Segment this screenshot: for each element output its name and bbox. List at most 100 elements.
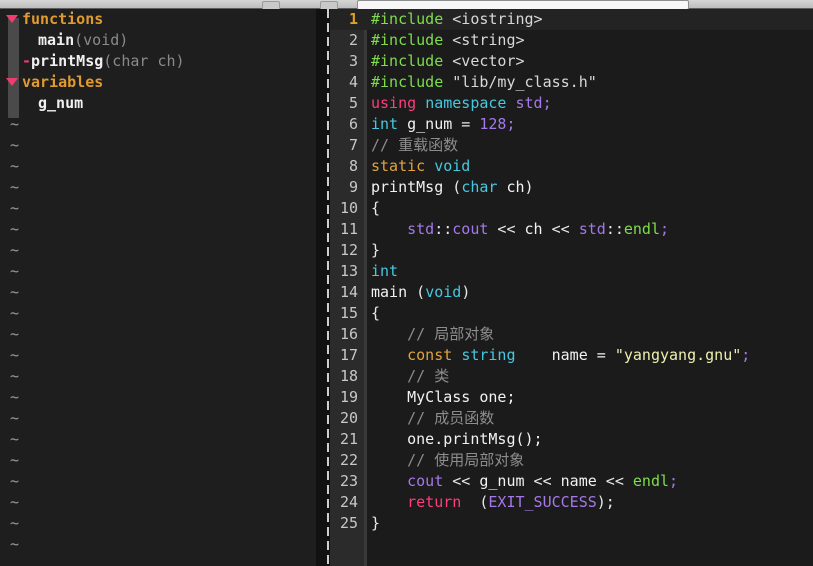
code-token: cout	[407, 472, 444, 490]
outline-item-args: (void)	[74, 31, 129, 49]
code-token: name	[560, 472, 597, 490]
code-line[interactable]: 25}	[330, 513, 813, 534]
line-number: 18	[339, 367, 358, 385]
code-token: ;	[741, 346, 751, 364]
code-line-text: const string name = "yangyang.gnu";	[371, 345, 750, 366]
code-token: char	[461, 178, 498, 196]
code-line[interactable]: 24 return (EXIT_SUCCESS);	[330, 492, 813, 513]
code-line-text: #include "lib/my_class.h"	[371, 72, 597, 93]
code-token: (	[461, 493, 489, 511]
empty-line-marker: ~	[10, 304, 20, 322]
code-line[interactable]: 17 const string name = "yangyang.gnu";	[330, 345, 813, 366]
code-line[interactable]: 16 // 局部对象	[330, 324, 813, 345]
triangle-down-icon[interactable]	[6, 77, 18, 86]
outline-group-variables[interactable]: variables	[0, 72, 329, 93]
code-token: main	[371, 283, 417, 301]
code-token: <<	[488, 220, 525, 238]
code-token: "lib/my_class.h"	[452, 73, 597, 91]
code-token: =	[452, 115, 480, 133]
code-line[interactable]: 15 {	[330, 303, 813, 324]
code-line[interactable]: 9 printMsg (char ch)	[330, 177, 813, 198]
code-pane[interactable]: 1 #include <iostring> 2 #include <string> 3 #…	[330, 9, 813, 566]
line-number: 14	[339, 283, 358, 301]
line-number: 3	[348, 52, 358, 70]
code-line-text: main (void)	[371, 282, 470, 303]
empty-line-marker: ~	[10, 241, 20, 259]
code-token: MyClass one;	[407, 388, 516, 406]
outline-group-label: functions	[22, 10, 104, 28]
code-line[interactable]: 3 #include <vector>	[330, 51, 813, 72]
empty-line-marker: ~	[10, 115, 20, 133]
line-number: 21	[339, 430, 358, 448]
code-line-text: #include <string>	[371, 30, 525, 51]
triangle-down-icon[interactable]	[6, 14, 18, 23]
code-token: g_num	[407, 115, 453, 133]
code-line-text: // 局部对象	[371, 324, 494, 345]
code-token: // 成员函数	[407, 409, 495, 427]
code-line[interactable]: 22 // 使用局部对象	[330, 450, 813, 471]
code-line[interactable]: 10 {	[330, 198, 813, 219]
code-line[interactable]: 1 #include <iostring>	[330, 9, 813, 30]
code-line[interactable]: 6 int g_num = 128;	[330, 114, 813, 135]
outline-item-printMsg[interactable]: -printMsg(char ch)	[0, 51, 329, 72]
code-line[interactable]: 12}	[330, 240, 813, 261]
code-line[interactable]: 19 MyClass one;	[330, 387, 813, 408]
code-token: <<	[542, 220, 579, 238]
code-token: 128	[479, 115, 507, 133]
code-token: ::	[605, 220, 624, 238]
code-line[interactable]: 23 cout << g_num << name << endl;	[330, 471, 813, 492]
empty-line-marker: ~	[10, 262, 20, 280]
outline-item-main[interactable]: main(void)	[0, 30, 329, 51]
code-line[interactable]: 21 one.printMsg();	[330, 429, 813, 450]
outline-item-g_num[interactable]: g_num	[0, 93, 329, 114]
code-token: #include	[371, 52, 444, 70]
code-line[interactable]: 20 // 成员函数	[330, 408, 813, 429]
code-token: (	[416, 283, 426, 301]
line-number: 23	[339, 472, 358, 490]
code-token: <string>	[452, 31, 525, 49]
code-token: namespace	[425, 94, 507, 112]
empty-line-marker: ~	[10, 514, 20, 532]
code-line[interactable]: 7 // 重载函数	[330, 135, 813, 156]
line-number: 19	[339, 388, 358, 406]
code-line[interactable]: 8 static void	[330, 156, 813, 177]
code-line-text: // 使用局部对象	[371, 450, 524, 471]
code-line[interactable]: 4 #include "lib/my_class.h"	[330, 72, 813, 93]
code-line-text: // 重载函数	[371, 135, 458, 156]
code-line[interactable]: 5 using namespace std;	[330, 93, 813, 114]
line-number: 11	[339, 220, 358, 238]
empty-line-marker: ~	[10, 367, 20, 385]
code-line[interactable]: 18 // 类	[330, 366, 813, 387]
code-token: cout	[452, 220, 489, 238]
code-token: void	[434, 157, 471, 175]
code-line[interactable]: 2 #include <string>	[330, 30, 813, 51]
outline-item-prefix: -	[22, 52, 32, 70]
outline-item-name: printMsg	[31, 52, 104, 70]
line-number: 2	[348, 31, 358, 49]
code-line[interactable]: 13 int	[330, 261, 813, 282]
code-token: std	[407, 220, 435, 238]
code-token: printMsg	[371, 178, 453, 196]
panel-divider[interactable]	[327, 9, 329, 566]
line-number: 17	[339, 346, 358, 364]
code-token: );	[596, 493, 615, 511]
code-line-text: int g_num = 128;	[371, 114, 516, 135]
code-line-text: // 成员函数	[371, 408, 494, 429]
code-line-text: one.printMsg();	[371, 429, 542, 450]
outline-group-functions[interactable]: functions	[0, 9, 329, 30]
code-token: <iostring>	[452, 10, 543, 28]
empty-line-marker: ~	[10, 430, 20, 448]
code-line[interactable]: 14 main (void)	[330, 282, 813, 303]
code-token: ch	[524, 220, 543, 238]
code-line[interactable]: 11 std::cout << ch << std::endl;	[330, 219, 813, 240]
code-line-text: std::cout << ch << std::endl;	[371, 219, 669, 240]
code-token: ;	[542, 94, 552, 112]
